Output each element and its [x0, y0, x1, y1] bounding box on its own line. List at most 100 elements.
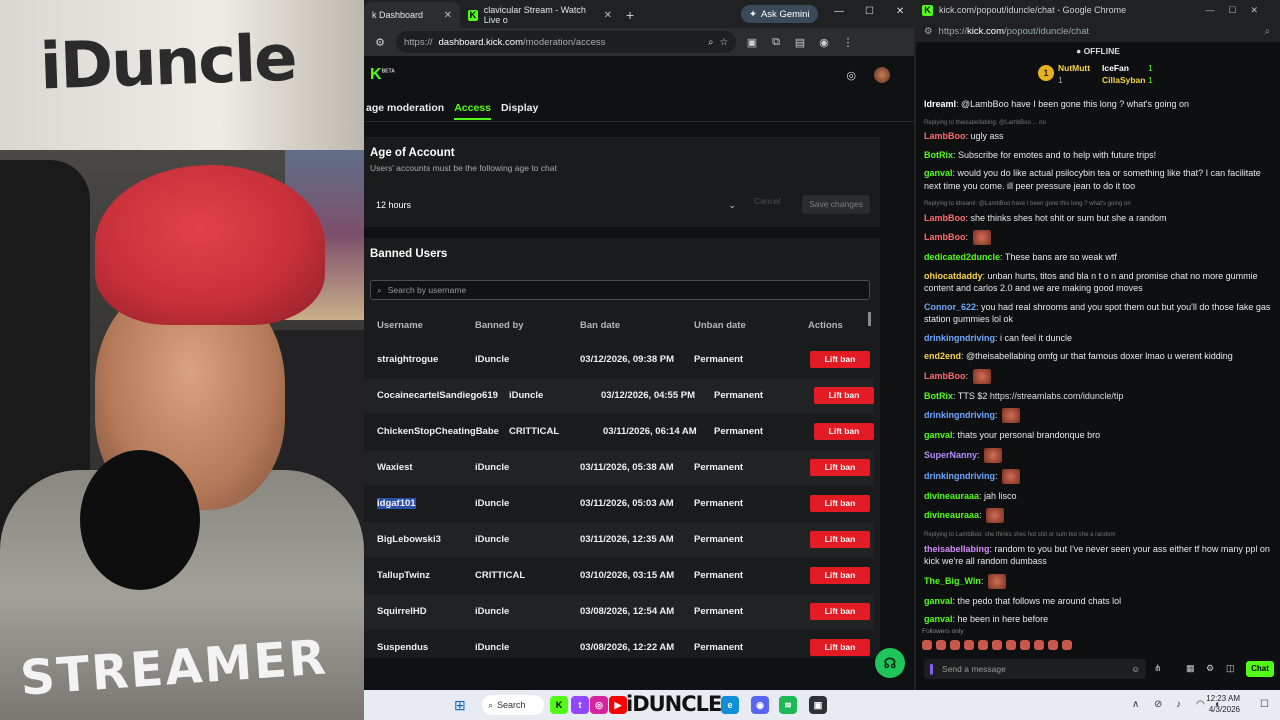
chat-message-input[interactable]: ▌ Send a message ☺ [924, 659, 1146, 679]
lift-ban-button[interactable]: Lift ban [810, 459, 870, 476]
leader-name[interactable]: CillaSyban [1102, 75, 1145, 85]
chat-username[interactable]: LambBoo [924, 131, 966, 141]
cancel-button[interactable]: Cancel [754, 196, 780, 206]
maximize-icon[interactable]: ☐ [865, 6, 874, 17]
minimize-icon[interactable]: — [834, 6, 844, 17]
chat-username[interactable]: ohiocatdaddy [924, 271, 983, 281]
chat-username[interactable]: ganval [924, 168, 953, 178]
support-icon[interactable]: ◎ [846, 69, 856, 82]
avatar[interactable] [874, 67, 890, 83]
lift-ban-button[interactable]: Lift ban [814, 387, 874, 404]
chat-username[interactable]: drinkingndriving [924, 333, 995, 343]
save-changes-button[interactable]: Save changes [802, 195, 870, 214]
column-username[interactable]: Username [377, 320, 423, 331]
new-tab-button[interactable]: + [620, 2, 640, 28]
emote-icon[interactable] [1048, 640, 1058, 650]
twitch-app-icon[interactable]: t [571, 696, 589, 714]
puzzle-icon[interactable]: ⧉ [768, 36, 784, 49]
tray-chevron-icon[interactable]: ∧ [1132, 699, 1139, 710]
menu-icon[interactable]: ⋮ [840, 36, 856, 49]
lift-ban-button[interactable]: Lift ban [810, 639, 870, 656]
chat-address-bar[interactable]: ⚙ https://kick.com/popout/iduncle/chat ⌕ [916, 20, 1280, 42]
chat-username[interactable]: dedicated2duncle [924, 252, 1000, 262]
users-icon[interactable]: ◫ [1226, 663, 1235, 674]
column-unban-date[interactable]: Unban date [694, 320, 746, 331]
emote-icon[interactable] [992, 640, 1002, 650]
emote-icon[interactable] [964, 640, 974, 650]
emote-icon[interactable] [1020, 640, 1030, 650]
taskbar-search[interactable]: ⌕ Search [482, 695, 544, 715]
column-banned-by[interactable]: Banned by [475, 320, 524, 331]
instagram-app-icon[interactable]: ◎ [590, 696, 608, 714]
chat-username[interactable]: ganval [924, 614, 953, 624]
network-icon[interactable]: ⊘ [1154, 699, 1162, 710]
bookmark-star-icon[interactable]: ☆ [719, 37, 728, 48]
chat-link[interactable]: https://streamlabs.com/iduncle/tip [990, 391, 1124, 401]
window-controls-icon[interactable]: —☐✕ [1205, 5, 1272, 16]
age-select[interactable]: 12 hours ⌄ [370, 195, 742, 215]
edge-app-icon[interactable]: e [721, 696, 739, 714]
sidepanel-icon[interactable]: ▤ [792, 36, 808, 49]
help-chat-button[interactable]: ☊ [875, 648, 905, 678]
chat-username[interactable]: end2end [924, 351, 961, 361]
emote-icon[interactable] [1034, 640, 1044, 650]
close-window-icon[interactable]: ✕ [896, 6, 904, 17]
zoom-icon[interactable]: ⌕ [1265, 26, 1270, 37]
lift-ban-button[interactable]: Lift ban [810, 351, 870, 368]
notifications-icon[interactable]: ☐ [1260, 699, 1269, 710]
chat-username[interactable]: theisabellabing [924, 544, 990, 554]
tab-access[interactable]: Access [454, 102, 491, 120]
close-icon[interactable]: ✕ [604, 10, 612, 21]
chat-username[interactable]: BotRix [924, 150, 953, 160]
settings-icon[interactable]: ⚙ [1206, 663, 1214, 674]
youtube-app-icon[interactable]: ▶ [609, 696, 627, 714]
lift-ban-button[interactable]: Lift ban [810, 603, 870, 620]
chat-username[interactable]: BotRix [924, 391, 953, 401]
chat-username[interactable]: ganval [924, 596, 953, 606]
chat-username[interactable]: ldreaml [924, 99, 956, 109]
windows-start-icon[interactable]: ⊞ [454, 697, 466, 714]
tab-dashboard[interactable]: k Dashboard ✕ [364, 2, 460, 28]
chat-username[interactable]: The_Big_Win [924, 575, 981, 585]
emoji-icon[interactable]: ☺ [1131, 664, 1140, 674]
extension-icon[interactable]: ▣ [744, 36, 760, 49]
table-scrollbar[interactable] [868, 312, 871, 326]
taskbar-clock[interactable]: 12:23 AM 4/3/2026 [1206, 693, 1240, 715]
tab-display[interactable]: Display [501, 102, 538, 114]
send-chat-button[interactable]: Chat [1246, 661, 1274, 677]
ask-gemini-button[interactable]: ✦ Ask Gemini [741, 5, 818, 23]
chat-username[interactable]: drinkingndriving [924, 410, 995, 420]
wifi-icon[interactable]: ◠ [1196, 699, 1205, 710]
chat-username[interactable]: Connor_622 [924, 302, 976, 312]
leader-name[interactable]: IceFan [1102, 63, 1129, 73]
share-icon[interactable]: ⋔ [1154, 663, 1162, 674]
chat-username[interactable]: divineauraaa [924, 510, 979, 520]
emote-icon[interactable] [950, 640, 960, 650]
lift-ban-button[interactable]: Lift ban [810, 531, 870, 548]
column-ban-date[interactable]: Ban date [580, 320, 620, 331]
spotify-app-icon[interactable]: ≋ [779, 696, 797, 714]
lift-ban-button[interactable]: Lift ban [810, 495, 870, 512]
gift-icon[interactable]: ▦ [1186, 663, 1195, 674]
tab-clavicular-stream[interactable]: K clavicular Stream - Watch Live o ✕ [460, 2, 620, 28]
chat-username[interactable]: SuperNanny [924, 449, 977, 459]
streaming-app-icon[interactable]: ▣ [809, 696, 827, 714]
kick-app-icon[interactable]: K [550, 696, 568, 714]
chat-username[interactable]: divineauraaa [924, 491, 979, 501]
chat-username[interactable]: ganval [924, 430, 953, 440]
chat-username[interactable]: LambBoo [924, 370, 966, 380]
emote-icon[interactable] [978, 640, 988, 650]
mic-tray-icon[interactable]: ♪ [1176, 699, 1181, 710]
emote-icon[interactable] [922, 640, 932, 650]
close-icon[interactable]: ✕ [444, 10, 452, 21]
leader-name[interactable]: NutMutt [1058, 63, 1090, 73]
emote-icon[interactable] [1062, 640, 1072, 650]
chat-username[interactable]: drinkingndriving [924, 470, 995, 480]
chat-username[interactable]: LambBoo [924, 232, 966, 242]
emote-icon[interactable] [936, 640, 946, 650]
lift-ban-button[interactable]: Lift ban [814, 423, 874, 440]
site-info-icon[interactable]: ⚙ [372, 36, 388, 49]
search-input[interactable]: ⌕ Search by username [370, 280, 870, 300]
tab-message-moderation[interactable]: age moderation [366, 102, 444, 114]
address-bar[interactable]: https:// dashboard.kick.com/moderation/ac… [396, 31, 736, 53]
